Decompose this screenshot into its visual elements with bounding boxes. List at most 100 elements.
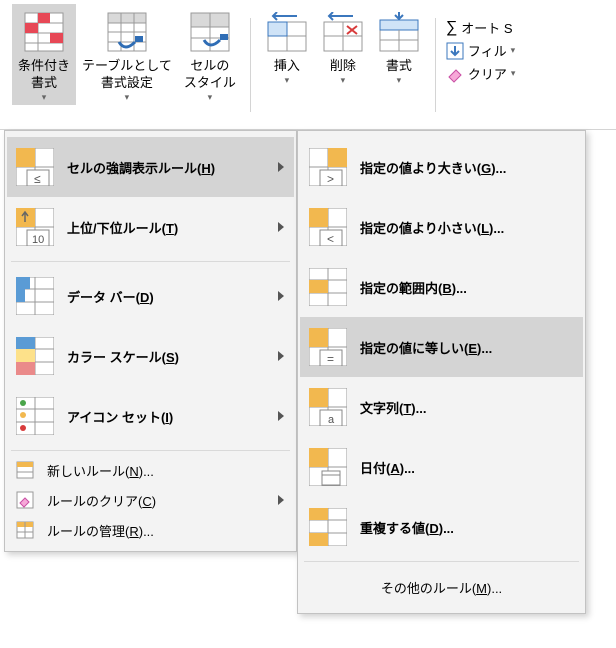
svg-text:<: <: [327, 232, 334, 246]
date-occurring-item[interactable]: 日付(A)...: [300, 437, 583, 497]
menu-item-label: 指定の値より大きい(G)...: [360, 158, 573, 177]
duplicate-icon: [308, 507, 348, 547]
ribbon-group-styles: 条件付き 書式 ▾ テーブルとして 書式設定 ▾ セルの スタイル ▾: [4, 0, 250, 129]
cell-styles-button[interactable]: セルの スタイル ▾: [178, 4, 242, 105]
menu-item-label: データ バー(D): [67, 287, 278, 306]
between-item[interactable]: 指定の範囲内(B)...: [300, 257, 583, 317]
highlight-cells-submenu: > 指定の値より大きい(G)... < 指定の値より小さい(L)... 指定の範…: [297, 130, 586, 614]
delete-button[interactable]: 削除 ▾: [315, 4, 371, 89]
conditional-format-menu: ≤ セルの強調表示ルール(H) 10 上位/下位ルール(T) データ バー(D)…: [4, 130, 297, 552]
data-bars-icon: [15, 276, 55, 316]
conditional-format-button[interactable]: 条件付き 書式 ▾: [12, 4, 76, 105]
svg-text:≤: ≤: [34, 172, 41, 186]
insert-button[interactable]: 挿入 ▾: [259, 4, 315, 89]
menu-item-label: セルの強調表示ルール(H): [67, 158, 278, 177]
chevron-down-icon: ▾: [208, 92, 213, 104]
color-scales-item[interactable]: カラー スケール(S): [7, 326, 294, 386]
menu-item-label: カラー スケール(S): [67, 347, 278, 366]
menu-item-label: 日付(A)...: [360, 458, 573, 477]
submenu-arrow-icon: [278, 351, 284, 361]
new-rule-item[interactable]: 新しいルール(N)...: [7, 455, 294, 485]
sigma-icon: ∑: [446, 19, 457, 37]
between-icon: [308, 267, 348, 307]
less-than-item[interactable]: < 指定の値より小さい(L)...: [300, 197, 583, 257]
highlight-cells-icon: ≤: [15, 147, 55, 187]
ribbon-group-editing: ∑ オート S フィル ▾ クリア ▾: [436, 0, 520, 83]
insert-icon: [265, 10, 309, 54]
data-bars-item[interactable]: データ バー(D): [7, 266, 294, 326]
menu-item-label: アイコン セット(I): [67, 407, 278, 426]
text-contains-icon: a: [308, 387, 348, 427]
ribbon-group-cells: 挿入 ▾ 削除 ▾ 書式 ▾: [251, 0, 435, 129]
menu-separator: [11, 450, 290, 451]
delete-label: 削除: [330, 58, 356, 75]
format-button[interactable]: 書式 ▾: [371, 4, 427, 89]
format-as-table-button[interactable]: テーブルとして 書式設定 ▾: [76, 4, 178, 105]
eraser-icon: [446, 65, 464, 83]
svg-text:>: >: [327, 172, 334, 186]
menu-item-label: 上位/下位ルール(T): [67, 218, 278, 237]
svg-text:a: a: [328, 414, 335, 426]
greater-than-item[interactable]: > 指定の値より大きい(G)...: [300, 137, 583, 197]
conditional-format-label: 条件付き 書式: [18, 58, 70, 92]
svg-text:10: 10: [32, 234, 44, 246]
cell-styles-label: セルの スタイル: [184, 58, 236, 92]
delete-icon: [321, 10, 365, 54]
menu-item-label: 重複する値(D)...: [360, 518, 573, 537]
autosum-label: オート S: [461, 18, 512, 37]
format-as-table-icon: [105, 10, 149, 54]
chevron-down-icon: ▾: [285, 75, 290, 87]
chevron-down-icon: ▾: [511, 45, 516, 56]
insert-label: 挿入: [274, 58, 300, 75]
less-than-icon: <: [308, 207, 348, 247]
clear-button[interactable]: クリア ▾: [446, 64, 516, 83]
menu-item-label: ルールのクリア(C): [47, 491, 278, 510]
cell-styles-icon: [188, 10, 232, 54]
manage-rules-icon: [15, 520, 35, 540]
submenu-arrow-icon: [278, 291, 284, 301]
manage-rules-item[interactable]: ルールの管理(R)...: [7, 515, 294, 545]
equal-to-icon: =: [308, 327, 348, 367]
more-rules-item[interactable]: その他のルール(M)...: [300, 566, 583, 607]
menu-separator: [304, 561, 579, 562]
top-bottom-icon: 10: [15, 207, 55, 247]
fill-down-icon: [446, 42, 464, 60]
fill-button[interactable]: フィル ▾: [446, 41, 516, 60]
menu-item-label: 文字列(T)...: [360, 398, 573, 417]
chevron-down-icon: ▾: [511, 68, 516, 79]
chevron-down-icon: ▾: [125, 92, 130, 104]
date-icon: [308, 447, 348, 487]
color-scales-icon: [15, 336, 55, 376]
menu-item-label: 指定の範囲内(B)...: [360, 278, 573, 297]
fill-label: フィル: [468, 41, 507, 60]
format-icon: [377, 10, 421, 54]
svg-text:=: =: [327, 352, 334, 366]
menu-separator: [11, 261, 290, 262]
equal-to-item[interactable]: = 指定の値に等しい(E)...: [300, 317, 583, 377]
autosum-button[interactable]: ∑ オート S: [446, 18, 516, 37]
submenu-arrow-icon: [278, 411, 284, 421]
menu-item-label: 指定の値より小さい(L)...: [360, 218, 573, 237]
conditional-format-icon: [22, 10, 66, 54]
icon-sets-icon: [15, 396, 55, 436]
duplicate-values-item[interactable]: 重複する値(D)...: [300, 497, 583, 557]
submenu-arrow-icon: [278, 495, 284, 505]
format-as-table-label: テーブルとして 書式設定: [82, 58, 172, 92]
text-contains-item[interactable]: a 文字列(T)...: [300, 377, 583, 437]
chevron-down-icon: ▾: [42, 92, 47, 104]
highlight-cells-rules-item[interactable]: ≤ セルの強調表示ルール(H): [7, 137, 294, 197]
clear-label: クリア: [468, 64, 507, 83]
clear-rules-icon: [15, 490, 35, 510]
format-label: 書式: [386, 58, 412, 75]
top-bottom-rules-item[interactable]: 10 上位/下位ルール(T): [7, 197, 294, 257]
submenu-arrow-icon: [278, 162, 284, 172]
greater-than-icon: >: [308, 147, 348, 187]
menu-item-label: 新しいルール(N)...: [47, 461, 284, 480]
ribbon: 条件付き 書式 ▾ テーブルとして 書式設定 ▾ セルの スタイル ▾ 挿入 ▾: [0, 0, 616, 130]
menu-item-label: ルールの管理(R)...: [47, 521, 284, 540]
clear-rules-item[interactable]: ルールのクリア(C): [7, 485, 294, 515]
menu-item-label: その他のルール(M)...: [381, 581, 502, 596]
icon-sets-item[interactable]: アイコン セット(I): [7, 386, 294, 446]
chevron-down-icon: ▾: [397, 75, 402, 87]
submenu-arrow-icon: [278, 222, 284, 232]
